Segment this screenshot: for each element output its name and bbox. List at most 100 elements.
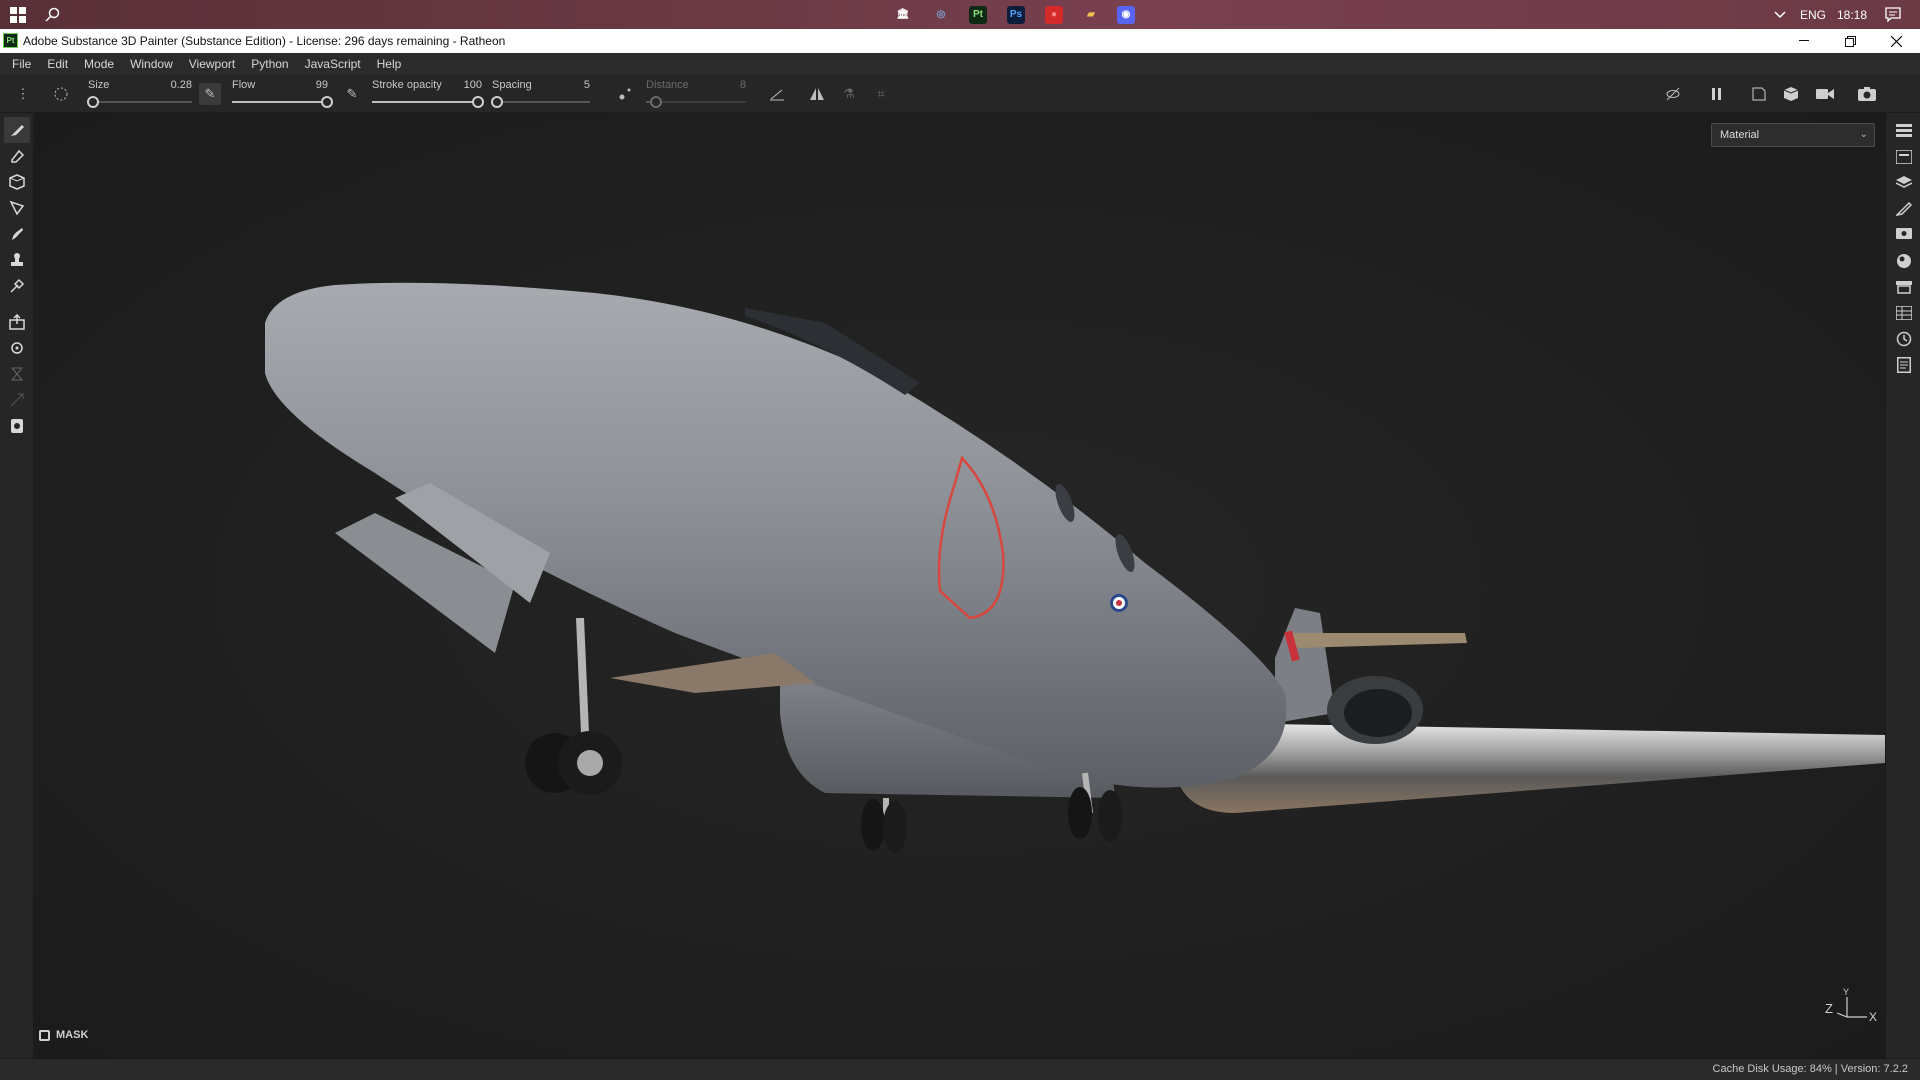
log-icon[interactable] <box>1891 353 1917 377</box>
nose-landing-gear[interactable] <box>576 617 589 734</box>
bank-icon[interactable]: 🏛 <box>889 0 917 29</box>
windows-taskbar: 🏛 ◎ Pt Ps ● ▰ ◉ ENG 18:18 <box>0 0 1920 29</box>
mask-checkbox-icon[interactable] <box>39 1029 50 1041</box>
menu-file[interactable]: File <box>4 53 39 75</box>
discord-icon[interactable]: ◉ <box>1112 0 1140 29</box>
restore-button[interactable] <box>1827 29 1873 53</box>
size-label: Size <box>88 79 110 91</box>
menu-mode[interactable]: Mode <box>76 53 122 75</box>
3d-view-icon[interactable] <box>1780 83 1802 105</box>
display-settings-icon[interactable] <box>1891 223 1917 247</box>
color-picker-tool-icon[interactable] <box>4 273 30 299</box>
bank-icon-glyph: 🏛 <box>896 9 910 20</box>
horizontal-stabilizer[interactable] <box>1290 633 1467 648</box>
mask-toggle[interactable]: MASK <box>39 1029 88 1041</box>
texture-set-settings-icon[interactable] <box>1891 145 1917 169</box>
menu-help[interactable]: Help <box>369 53 410 75</box>
history-icon[interactable] <box>1891 327 1917 351</box>
search-icon[interactable] <box>42 0 64 29</box>
bake-settings-icon[interactable] <box>4 335 30 361</box>
menu-bar: File Edit Mode Window Viewport Python Ja… <box>0 53 1920 75</box>
assets-grid-icon[interactable] <box>1891 301 1917 325</box>
gizmo-z-label: Z <box>1825 1001 1833 1016</box>
menu-viewport[interactable]: Viewport <box>181 53 243 75</box>
pause-icon[interactable] <box>1706 83 1728 105</box>
close-button[interactable] <box>1873 29 1919 53</box>
export-tool-icon[interactable] <box>4 309 30 335</box>
camera-view-icon[interactable] <box>1814 83 1836 105</box>
menu-python[interactable]: Python <box>243 53 296 75</box>
stroke-opacity-value[interactable]: 100 <box>464 79 482 91</box>
size-slider-handle[interactable] <box>87 96 100 108</box>
shelf-icon[interactable] <box>1891 275 1917 299</box>
properties-brush-icon[interactable] <box>1891 197 1917 221</box>
gizmo-y-label: Y <box>1843 987 1849 997</box>
menu-javascript[interactable]: JavaScript <box>297 53 369 75</box>
menu-edit[interactable]: Edit <box>39 53 76 75</box>
symmetry-icon[interactable] <box>806 83 828 105</box>
paint-brush-tool-icon[interactable] <box>4 117 30 143</box>
file-explorer-icon-glyph: ▰ <box>1087 9 1095 20</box>
clone-stamp-tool-icon[interactable] <box>4 247 30 273</box>
language-indicator[interactable]: ENG <box>1797 0 1829 29</box>
flow-slider-handle[interactable] <box>321 96 334 108</box>
distance-slider-handle <box>650 96 662 108</box>
tool-properties-bar: ⋮ Size 0.28 ✎ Flow 99 ✎ Stroke opacity 1… <box>0 75 1920 113</box>
right-wing[interactable] <box>1175 723 1885 813</box>
distance-value: 8 <box>739 79 746 91</box>
texture-set-list-icon[interactable] <box>1891 119 1917 143</box>
layers-icon[interactable] <box>1891 171 1917 195</box>
spacing-slider[interactable]: Spacing 5 <box>490 79 592 109</box>
plugin-icon[interactable] <box>4 413 30 439</box>
photoshop-icon-glyph: Ps <box>1007 5 1025 24</box>
3d-viewport[interactable]: Material ⌄ MASK Z Y X <box>35 113 1885 1058</box>
lazy-mouse-icon[interactable] <box>614 83 636 105</box>
shader-settings-icon[interactable] <box>1891 249 1917 273</box>
cache-version-status: Cache Disk Usage: 84% | Version: 7.2.2 <box>1712 1063 1908 1075</box>
aircraft-model[interactable] <box>35 113 1885 1058</box>
ubisoft-icon[interactable]: ◎ <box>927 0 955 29</box>
hide-overlay-icon[interactable] <box>1662 83 1684 105</box>
tray-chevron-up-icon[interactable] <box>1770 0 1790 29</box>
discord-icon-glyph: ◉ <box>1117 5 1135 24</box>
spacing-slider-handle[interactable] <box>490 96 503 108</box>
smudge-tool-icon[interactable] <box>4 221 30 247</box>
flow-label: Flow <box>232 79 256 91</box>
projection-tool-icon[interactable] <box>4 169 30 195</box>
pen-pressure-flow-icon[interactable]: ✎ <box>199 83 221 105</box>
clock[interactable]: 18:18 <box>1833 0 1871 29</box>
notifications-icon[interactable] <box>1880 0 1906 29</box>
file-explorer-icon[interactable]: ▰ <box>1077 0 1105 29</box>
drag-handle-icon[interactable]: ⋮ <box>12 83 34 105</box>
alignment-icon[interactable] <box>766 83 788 105</box>
spacing-value[interactable]: 5 <box>584 79 590 91</box>
stroke-opacity-slider[interactable]: Stroke opacity 100 <box>372 79 484 109</box>
substance-painter-icon-glyph: Pt <box>969 5 987 24</box>
brush-shape-icon[interactable] <box>50 83 72 105</box>
viewport-mode-select[interactable]: Material ⌄ <box>1711 123 1875 147</box>
windows-start-icon[interactable] <box>6 0 30 29</box>
viewport-mode-value: Material <box>1720 129 1760 141</box>
minimize-button[interactable] <box>1781 29 1827 53</box>
panel-dock <box>1885 113 1920 1058</box>
record-icon[interactable]: ● <box>1040 0 1068 29</box>
mask-label: MASK <box>56 1029 89 1041</box>
pen-pressure-opacity-icon[interactable]: ✎ <box>341 83 363 105</box>
transform-icon <box>4 387 30 413</box>
flow-slider[interactable]: Flow 99 <box>232 79 334 109</box>
polygon-fill-tool-icon[interactable] <box>4 195 30 221</box>
physics-icon: ⚗ <box>843 86 855 101</box>
screenshot-icon[interactable] <box>1856 83 1878 105</box>
substance-painter-icon[interactable]: Pt <box>964 0 992 29</box>
axis-gizmo: Z Y X <box>1825 987 1877 1023</box>
size-slider[interactable]: Size 0.28 <box>87 79 192 109</box>
flow-value[interactable]: 99 <box>316 79 328 91</box>
distance-label: Distance <box>646 79 689 91</box>
status-bar: Cache Disk Usage: 84% | Version: 7.2.2 <box>0 1058 1920 1080</box>
stroke-opacity-slider-handle[interactable] <box>472 96 484 108</box>
menu-window[interactable]: Window <box>122 53 181 75</box>
eraser-tool-icon[interactable] <box>4 143 30 169</box>
photoshop-icon[interactable]: Ps <box>1002 0 1030 29</box>
2d-view-icon[interactable] <box>1748 83 1770 105</box>
size-value[interactable]: 0.28 <box>171 79 192 91</box>
